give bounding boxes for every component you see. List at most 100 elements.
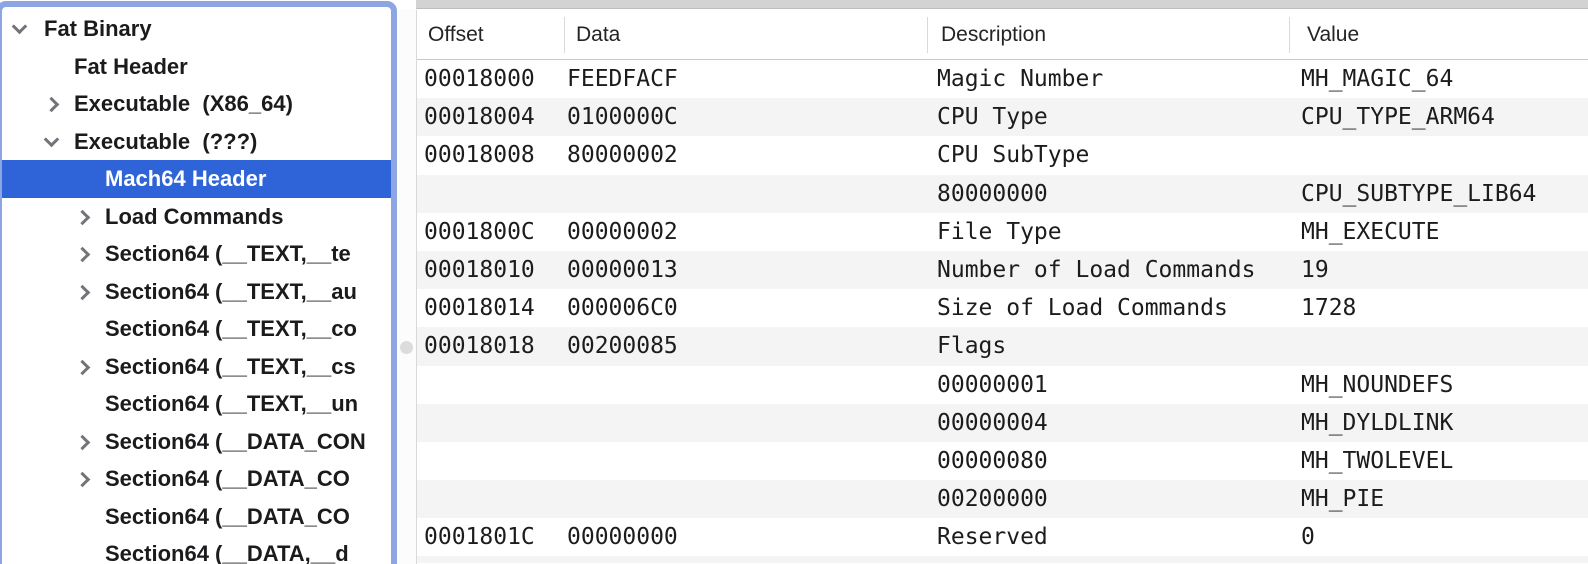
chevron-right-icon[interactable] <box>44 97 60 113</box>
chevron-down-icon[interactable] <box>44 131 60 147</box>
table-row[interactable]: 00200000MH_PIE <box>417 480 1588 518</box>
table-row[interactable]: 00018014 000006C0 Size of Load Commands 172… <box>417 289 1588 327</box>
cell-description: File Type <box>937 213 1062 251</box>
chevron-down-icon[interactable] <box>12 19 28 35</box>
cell-value: MH_EXECUTE <box>1301 213 1439 251</box>
sidebar-item-label: Executable (???) <box>74 123 257 161</box>
cell-value: MH_NOUNDEFS <box>1301 366 1453 404</box>
cell-description: Flags <box>937 327 1006 365</box>
sidebar-item[interactable]: Section64 (__DATA_CO <box>2 460 391 498</box>
cell-description: Size of Load Commands <box>937 289 1228 327</box>
cell-description: 00200000 <box>937 480 1048 518</box>
cell-value: CPU_SUBTYPE_LIB64 <box>1301 175 1536 213</box>
chevron-right-icon[interactable] <box>75 209 91 225</box>
table-body: 00018000FEEDFACFMagic NumberMH_MAGIC_640… <box>417 60 1588 563</box>
chevron-right-icon[interactable] <box>75 284 91 300</box>
sidebar-item-label: Fat Binary <box>44 10 152 48</box>
cell-description: 80000000 <box>937 175 1048 213</box>
sidebar-item[interactable]: Section64 (__DATA,__d <box>2 535 391 564</box>
sidebar-item[interactable]: Executable (???) <box>2 123 391 161</box>
column-separator[interactable] <box>564 17 565 53</box>
table-row[interactable]: 0001801C00000000Reserved0 <box>417 518 1588 556</box>
sidebar-item[interactable]: Section64 (__TEXT,__au <box>2 273 391 311</box>
column-header-data[interactable]: Data <box>576 10 620 60</box>
cell-offset: 00018008 <box>424 136 535 174</box>
column-header-value[interactable]: Value <box>1307 10 1359 60</box>
cell-description: 00000001 <box>937 366 1048 404</box>
sidebar-item-label: Section64 (__TEXT,__au <box>105 273 357 311</box>
cell-data: 00000013 <box>567 251 678 289</box>
cell-offset: 00018010 <box>424 251 535 289</box>
cell-value: CPU_TYPE_ARM64 <box>1301 98 1495 136</box>
cell-data: 00000002 <box>567 213 678 251</box>
tree-list: Fat BinaryFat HeaderExecutable (X86_64)E… <box>2 10 391 564</box>
sidebar-item-label: Section64 (__TEXT,__cs <box>105 348 356 386</box>
column-header-description[interactable]: Description <box>941 10 1046 60</box>
sidebar-item[interactable]: Load Commands <box>2 198 391 236</box>
column-header-offset[interactable]: Offset <box>428 10 484 60</box>
chevron-right-icon[interactable] <box>75 472 91 488</box>
table-row[interactable]: 0001800C00000002File TypeMH_EXECUTE <box>417 213 1588 251</box>
sidebar-item-label: Load Commands <box>105 198 283 236</box>
sidebar-item-label: Section64 (__DATA_CON <box>105 423 366 461</box>
table-header-row: Offset Data Description Value <box>417 10 1588 60</box>
cell-data: 0100000C <box>567 98 678 136</box>
sidebar-item-label: Section64 (__TEXT,__te <box>105 235 351 273</box>
column-separator[interactable] <box>1289 17 1290 53</box>
sidebar-item[interactable]: Section64 (__DATA_CO <box>2 498 391 536</box>
toolbar-bottom-strip <box>398 0 1588 9</box>
sidebar-item-label: Executable (X86_64) <box>74 85 293 123</box>
sidebar-item-label: Section64 (__TEXT,__co <box>105 310 357 348</box>
sidebar-item-label: Mach64 Header <box>105 160 266 198</box>
table-row[interactable]: 00018010 00000013 Number of Load Commands 1… <box>417 251 1588 289</box>
chevron-right-icon[interactable] <box>75 359 91 375</box>
cell-data: 80000002 <box>567 136 678 174</box>
sidebar-item-label: Section64 (__TEXT,__un <box>105 385 358 423</box>
sidebar-item-label: Section64 (__DATA_CO <box>105 498 350 536</box>
cell-data: 00200085 <box>567 327 678 365</box>
sidebar-item[interactable]: Section64 (__DATA_CON <box>2 423 391 461</box>
cell-value: 0 <box>1301 518 1315 556</box>
cell-description: CPU Type <box>937 98 1048 136</box>
table-row[interactable]: 80000000 CPU_SUBTYPE_LIB64 <box>417 175 1588 213</box>
sidebar-tree[interactable]: Fat BinaryFat HeaderExecutable (X86_64)E… <box>0 1 397 564</box>
sidebar-item[interactable]: Section64 (__TEXT,__cs <box>2 348 391 386</box>
sidebar-item[interactable]: Mach64 Header <box>2 160 391 198</box>
table-row[interactable]: 00000004 MH_DYLDLINK <box>417 404 1588 442</box>
cell-description: Number of Load Commands <box>937 251 1256 289</box>
splitter-handle-icon[interactable] <box>400 341 413 354</box>
cell-value: MH_DYLDLINK <box>1301 404 1453 442</box>
sidebar-item[interactable]: Fat Header <box>2 48 391 86</box>
sidebar-item[interactable]: Section64 (__TEXT,__un <box>2 385 391 423</box>
sidebar-item[interactable]: Section64 (__TEXT,__co <box>2 310 391 348</box>
sidebar-item[interactable]: Executable (X86_64) <box>2 85 391 123</box>
cell-offset: 00018000 <box>424 60 535 98</box>
column-separator[interactable] <box>927 17 928 53</box>
cell-description: CPU SubType <box>937 136 1089 174</box>
cell-value: 19 <box>1301 251 1329 289</box>
cell-value: 1728 <box>1301 289 1356 327</box>
table-row[interactable]: 00018018 00200085 Flags <box>417 327 1588 365</box>
sidebar-item[interactable]: Section64 (__TEXT,__te <box>2 235 391 273</box>
table-row[interactable]: 00018008 80000002 CPU SubType <box>417 136 1588 174</box>
table-row[interactable]: 00000001 MH_NOUNDEFS <box>417 366 1588 404</box>
data-table: Offset Data Description Value 00018000FE… <box>416 10 1588 564</box>
table-row[interactable]: 00000080MH_TWOLEVEL <box>417 442 1588 480</box>
table-row-partial <box>417 556 1588 563</box>
splitter[interactable] <box>397 9 416 564</box>
cell-description: 00000004 <box>937 404 1048 442</box>
table-row[interactable]: 00018004 0100000C CPU Type CPU_TYPE_ARM64 <box>417 98 1588 136</box>
cell-offset: 0001801C <box>424 518 535 556</box>
cell-offset: 00018018 <box>424 327 535 365</box>
sidebar-item-label: Section64 (__DATA,__d <box>105 535 349 564</box>
sidebar-item-label: Fat Header <box>74 48 188 86</box>
sidebar-item[interactable]: Fat Binary <box>2 10 391 48</box>
chevron-right-icon[interactable] <box>75 247 91 263</box>
cell-offset: 00018014 <box>424 289 535 327</box>
cell-data: 000006C0 <box>567 289 678 327</box>
binary-inspector-window: Fat BinaryFat HeaderExecutable (X86_64)E… <box>0 0 1588 564</box>
cell-offset: 00018004 <box>424 98 535 136</box>
cell-data: 00000000 <box>567 518 678 556</box>
chevron-right-icon[interactable] <box>75 434 91 450</box>
table-row[interactable]: 00018000FEEDFACFMagic NumberMH_MAGIC_64 <box>417 60 1588 98</box>
